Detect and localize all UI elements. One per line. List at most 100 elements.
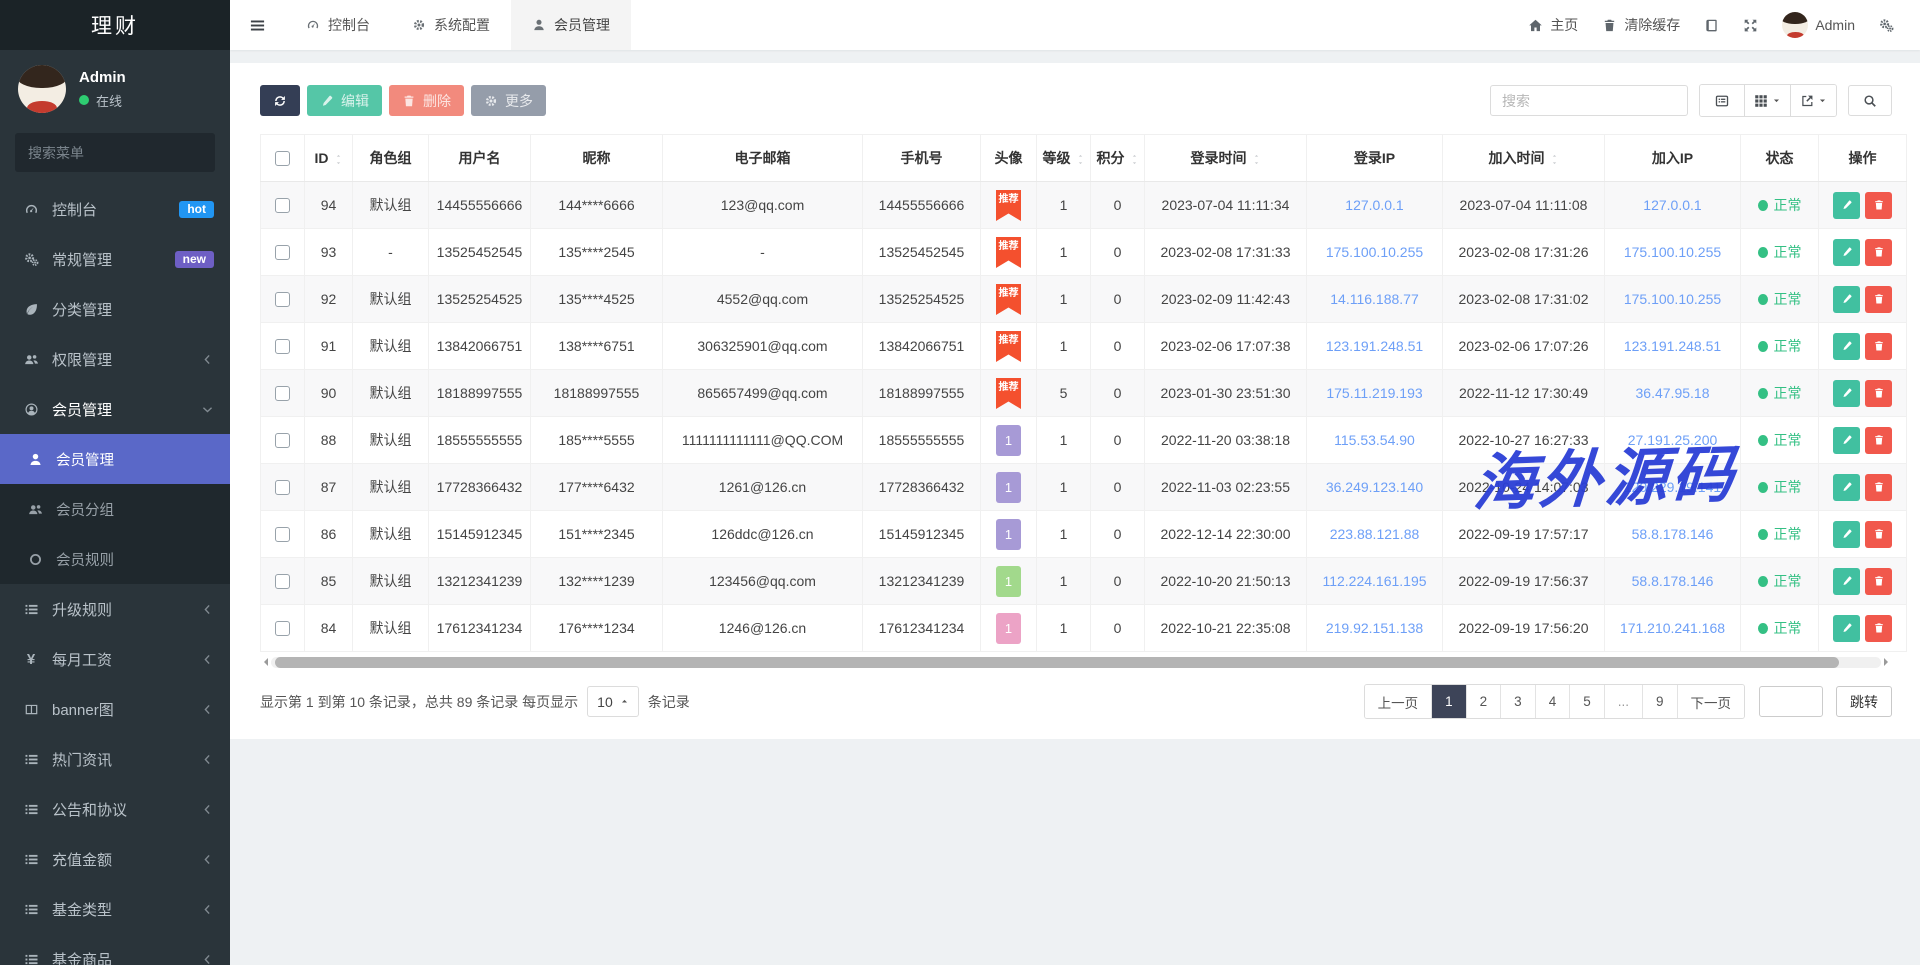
docs-button[interactable]: [1704, 18, 1719, 33]
column-header-level[interactable]: 等级: [1037, 135, 1091, 182]
row-checkbox[interactable]: [275, 198, 290, 213]
page-button-4[interactable]: 4: [1535, 685, 1570, 718]
row-edit-button[interactable]: [1833, 239, 1860, 266]
column-header-join_time[interactable]: 加入时间: [1443, 135, 1605, 182]
column-header-points[interactable]: 积分: [1091, 135, 1145, 182]
page-jump-input[interactable]: [1759, 686, 1823, 717]
more-button[interactable]: 更多: [471, 85, 546, 116]
row-delete-button[interactable]: [1865, 286, 1892, 313]
page-size-select[interactable]: 10: [587, 686, 639, 717]
sidebar-item-banner图[interactable]: banner图: [0, 684, 230, 734]
row-delete-button[interactable]: [1865, 521, 1892, 548]
search-button[interactable]: [1848, 85, 1892, 116]
row-edit-button[interactable]: [1833, 615, 1860, 642]
sidebar-item-分类管理[interactable]: 分类管理: [0, 284, 230, 334]
page-button-1[interactable]: 1: [1431, 685, 1466, 718]
row-delete-button[interactable]: [1865, 427, 1892, 454]
column-header-login_time[interactable]: 登录时间: [1145, 135, 1307, 182]
sidebar-item-会员分组[interactable]: 会员分组: [0, 484, 230, 534]
sidebar-item-会员管理[interactable]: 会员管理: [0, 384, 230, 434]
row-edit-button[interactable]: [1833, 333, 1860, 360]
login_ip-link[interactable]: 115.53.54.90: [1334, 432, 1415, 448]
row-delete-button[interactable]: [1865, 568, 1892, 595]
row-checkbox[interactable]: [275, 527, 290, 542]
row-checkbox[interactable]: [275, 245, 290, 260]
sidebar-item-控制台[interactable]: 控制台hot: [0, 184, 230, 234]
row-edit-button[interactable]: [1833, 192, 1860, 219]
join_ip-link[interactable]: 27.191.25.200: [1628, 432, 1718, 448]
join_ip-link[interactable]: 171.210.241.168: [1620, 620, 1725, 636]
next-page-button[interactable]: 下一页: [1677, 685, 1745, 718]
sidebar-item-会员规则[interactable]: 会员规则: [0, 534, 230, 584]
login_ip-link[interactable]: 36.249.123.140: [1326, 479, 1423, 495]
row-checkbox[interactable]: [275, 292, 290, 307]
row-checkbox[interactable]: [275, 386, 290, 401]
row-delete-button[interactable]: [1865, 192, 1892, 219]
detail-view-button[interactable]: [1700, 85, 1744, 116]
row-checkbox[interactable]: [275, 480, 290, 495]
fullscreen-button[interactable]: [1743, 18, 1758, 33]
login_ip-link[interactable]: 219.92.151.138: [1326, 620, 1423, 636]
row-edit-button[interactable]: [1833, 380, 1860, 407]
login_ip-link[interactable]: 14.116.188.77: [1330, 291, 1419, 307]
join_ip-link[interactable]: 36.47.95.18: [1636, 385, 1710, 401]
columns-button[interactable]: [1744, 85, 1790, 116]
row-edit-button[interactable]: [1833, 474, 1860, 501]
settings-button[interactable]: [1879, 18, 1894, 33]
sidebar-item-基金类型[interactable]: 基金类型: [0, 884, 230, 934]
join_ip-link[interactable]: 58.8.178.146: [1632, 573, 1714, 589]
export-button[interactable]: [1790, 85, 1836, 116]
row-checkbox[interactable]: [275, 433, 290, 448]
row-delete-button[interactable]: [1865, 615, 1892, 642]
row-edit-button[interactable]: [1833, 568, 1860, 595]
sidebar-item-权限管理[interactable]: 权限管理: [0, 334, 230, 384]
login_ip-link[interactable]: 175.100.10.255: [1326, 244, 1423, 260]
sidebar-item-公告和协议[interactable]: 公告和协议: [0, 784, 230, 834]
column-header-id[interactable]: ID: [305, 135, 353, 182]
page-jump-button[interactable]: 跳转: [1836, 686, 1892, 717]
login_ip-link[interactable]: 175.11.219.193: [1326, 385, 1422, 401]
join_ip-link[interactable]: 120.229.19.141: [1624, 479, 1721, 495]
sidebar-item-常规管理[interactable]: 常规管理new: [0, 234, 230, 284]
page-button-3[interactable]: 3: [1500, 685, 1535, 718]
page-button-2[interactable]: 2: [1466, 685, 1501, 718]
login_ip-link[interactable]: 127.0.0.1: [1345, 197, 1403, 213]
refresh-button[interactable]: [260, 85, 300, 116]
prev-page-button[interactable]: 上一页: [1365, 685, 1432, 718]
tab-系统配置[interactable]: 系统配置: [391, 0, 511, 50]
join_ip-link[interactable]: 123.191.248.51: [1624, 338, 1721, 354]
sidebar-item-基金商品[interactable]: 基金商品: [0, 934, 230, 965]
login_ip-link[interactable]: 223.88.121.88: [1330, 526, 1420, 542]
table-search-input[interactable]: [1490, 85, 1688, 116]
menu-toggle-button[interactable]: [230, 0, 285, 50]
login_ip-link[interactable]: 112.224.161.195: [1322, 573, 1426, 589]
edit-button[interactable]: 编辑: [307, 85, 382, 116]
row-delete-button[interactable]: [1865, 239, 1892, 266]
row-edit-button[interactable]: [1833, 521, 1860, 548]
sidebar-search-input[interactable]: [28, 145, 209, 161]
sidebar-item-热门资讯[interactable]: 热门资讯: [0, 734, 230, 784]
tab-会员管理[interactable]: 会员管理: [511, 0, 631, 50]
join_ip-link[interactable]: 58.8.178.146: [1632, 526, 1714, 542]
join_ip-link[interactable]: 175.100.10.255: [1624, 244, 1721, 260]
delete-button[interactable]: 删除: [389, 85, 464, 116]
row-delete-button[interactable]: [1865, 474, 1892, 501]
clear-cache-button[interactable]: 清除缓存: [1602, 15, 1680, 35]
scrollbar-track[interactable]: [271, 657, 1881, 668]
profile-button[interactable]: Admin: [1782, 12, 1855, 38]
page-button-9[interactable]: 9: [1642, 685, 1677, 718]
row-edit-button[interactable]: [1833, 427, 1860, 454]
row-checkbox[interactable]: [275, 339, 290, 354]
row-checkbox[interactable]: [275, 574, 290, 589]
row-delete-button[interactable]: [1865, 333, 1892, 360]
sidebar-item-每月工资[interactable]: ¥每月工资: [0, 634, 230, 684]
home-button[interactable]: 主页: [1528, 15, 1578, 35]
tab-控制台[interactable]: 控制台: [285, 0, 391, 50]
row-edit-button[interactable]: [1833, 286, 1860, 313]
page-button-5[interactable]: 5: [1569, 685, 1604, 718]
sidebar-item-充值金额[interactable]: 充值金额: [0, 834, 230, 884]
sidebar-item-升级规则[interactable]: 升级规则: [0, 584, 230, 634]
sidebar-item-会员管理[interactable]: 会员管理: [0, 434, 230, 484]
select-all-checkbox[interactable]: [275, 151, 290, 166]
row-checkbox[interactable]: [275, 621, 290, 636]
